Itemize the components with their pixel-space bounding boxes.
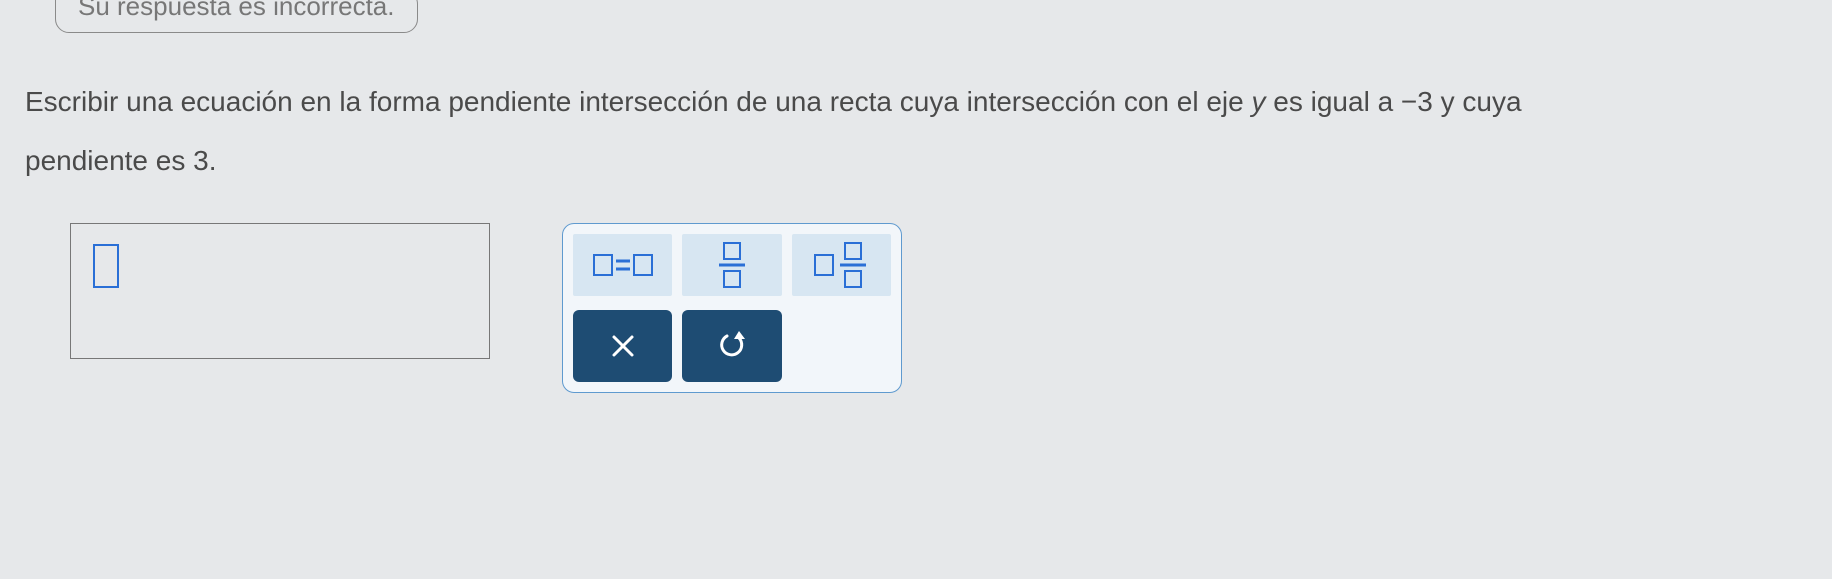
problem-mid: es igual a: [1266, 86, 1401, 117]
problem-line2-prefix: pendiente es: [25, 145, 193, 176]
problem-period: .: [209, 145, 217, 176]
clear-button[interactable]: [573, 310, 672, 382]
answer-row: [25, 223, 1807, 393]
close-icon: [610, 333, 636, 359]
problem-y-variable: y: [1252, 86, 1266, 117]
tool-row-actions: [573, 306, 891, 382]
answer-input[interactable]: [70, 223, 490, 359]
answer-placeholder-box[interactable]: [93, 244, 119, 288]
problem-y-intercept: −3: [1401, 86, 1433, 117]
problem-statement: Escribir una ecuación en la forma pendie…: [25, 73, 1807, 191]
tool-row-templates: [573, 234, 891, 296]
tool-fraction-template[interactable]: [682, 234, 781, 296]
feedback-bubble: Su respuesta es incorrecta.: [55, 0, 418, 33]
undo-icon: [717, 331, 747, 361]
tool-equals-template[interactable]: [573, 234, 672, 296]
problem-suffix: y cuya: [1433, 86, 1522, 117]
problem-slope: 3: [193, 145, 209, 176]
reset-button[interactable]: [682, 310, 781, 382]
problem-container: Su respuesta es incorrecta. Escribir una…: [0, 0, 1832, 579]
tool-mixed-number-template[interactable]: [792, 234, 891, 296]
math-tool-panel: [562, 223, 902, 393]
action-spacer: [792, 310, 891, 382]
problem-line1-prefix: Escribir una ecuación en la forma pendie…: [25, 86, 1252, 117]
feedback-text: Su respuesta es incorrecta.: [78, 0, 395, 21]
